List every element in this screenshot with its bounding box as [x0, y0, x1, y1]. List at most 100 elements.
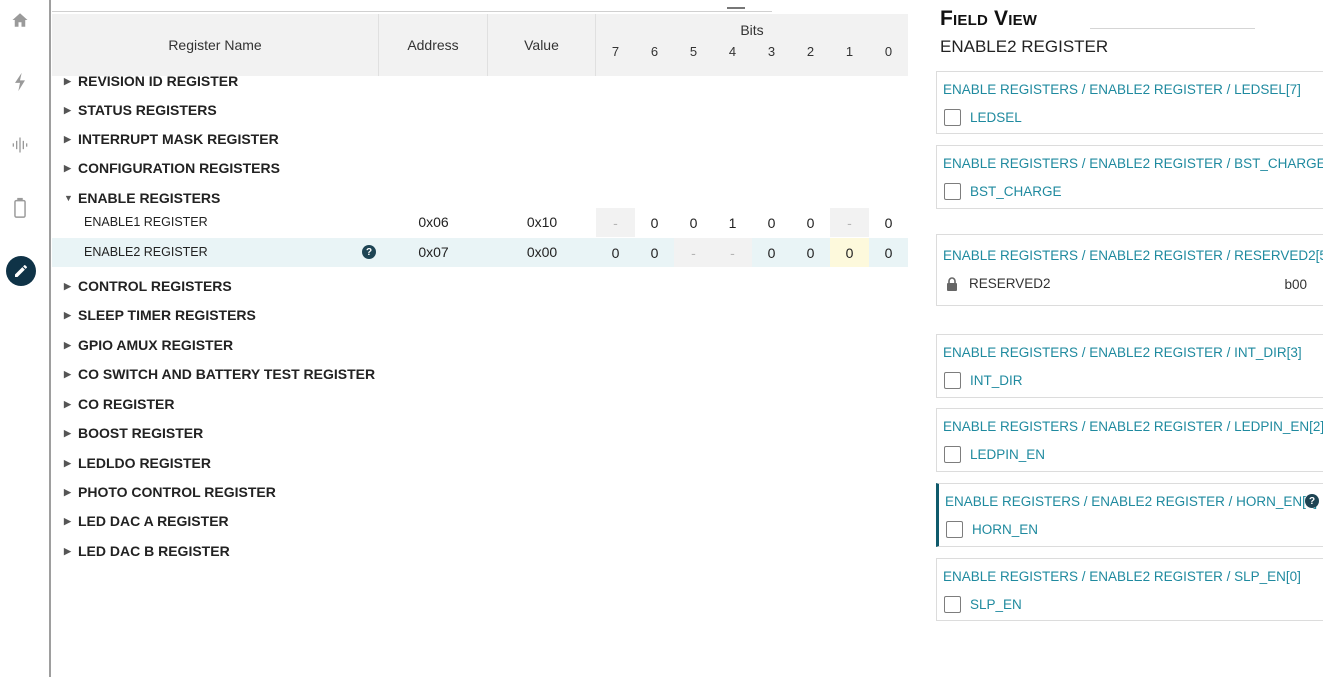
field-card-bst-charge[interactable]: ENABLE REGISTERS / ENABLE2 REGISTER / BS…	[936, 145, 1323, 209]
group-led-dac-a[interactable]: ▶ LED DAC A REGISTER	[64, 511, 229, 531]
group-label: LED DAC B REGISTER	[78, 543, 230, 559]
field-control[interactable]: LEDPIN_EN	[944, 446, 1045, 463]
register-address: 0x06	[418, 214, 449, 230]
help-icon[interactable]: ?	[362, 245, 376, 259]
caret-right-icon: ▶	[64, 104, 71, 115]
header-address[interactable]: Address	[379, 14, 488, 76]
home-icon[interactable]	[8, 8, 32, 32]
group-configuration[interactable]: ▶ CONFIGURATION REGISTERS	[64, 158, 280, 178]
header-bit-6: 6	[650, 44, 659, 59]
header-register-name[interactable]: Register Name	[52, 14, 379, 76]
top-divider	[52, 11, 772, 12]
register-name: ENABLE1 REGISTER	[84, 215, 208, 229]
field-control[interactable]: SLP_EN	[944, 596, 1022, 613]
header-bit-3: 3	[767, 44, 776, 59]
caret-right-icon: ▶	[64, 162, 71, 173]
checkbox[interactable]	[944, 183, 961, 200]
checkbox[interactable]	[946, 521, 963, 538]
bit-2[interactable]: 0	[791, 238, 830, 267]
group-label: INTERRUPT MASK REGISTER	[78, 131, 279, 147]
group-co-switch[interactable]: ▶ CO SWITCH AND BATTERY TEST REGISTER	[64, 364, 375, 384]
field-path: ENABLE REGISTERS / ENABLE2 REGISTER / RE…	[943, 248, 1323, 263]
header-bit-7: 7	[611, 44, 620, 59]
nav-rail	[0, 0, 40, 677]
group-interrupt-mask[interactable]: ▶ INTERRUPT MASK REGISTER	[64, 129, 279, 149]
register-row-enable2[interactable]: ENABLE2 REGISTER ? 0x07 0x00 0 0 - - 0 0…	[52, 238, 908, 267]
checkbox[interactable]	[944, 109, 961, 126]
register-value[interactable]: 0x00	[488, 244, 596, 260]
group-ledldo[interactable]: ▶ LEDLDO REGISTER	[64, 453, 211, 473]
group-label: CO REGISTER	[78, 396, 175, 412]
bit-3[interactable]: 0	[752, 208, 791, 237]
field-path: ENABLE REGISTERS / ENABLE2 REGISTER / IN…	[943, 345, 1302, 360]
group-status[interactable]: ▶ STATUS REGISTERS	[64, 100, 217, 120]
group-label: REVISION ID REGISTER	[78, 73, 239, 89]
caret-right-icon: ▶	[64, 368, 71, 379]
field-card-ledpin-en[interactable]: ENABLE REGISTERS / ENABLE2 REGISTER / LE…	[936, 408, 1323, 472]
field-name: LEDPIN_EN	[970, 447, 1046, 462]
caret-right-icon: ▶	[64, 427, 71, 438]
field-card-int-dir[interactable]: ENABLE REGISTERS / ENABLE2 REGISTER / IN…	[936, 334, 1323, 398]
field-view-subtitle: ENABLE2 REGISTER	[940, 37, 1109, 56]
field-path: ENABLE REGISTERS / ENABLE2 REGISTER / LE…	[943, 419, 1323, 434]
field-control[interactable]: LEDSEL	[944, 109, 1022, 126]
group-label: CONTROL REGISTERS	[78, 278, 232, 294]
bit-0[interactable]: 0	[869, 238, 908, 267]
group-label: LED DAC A REGISTER	[78, 513, 229, 529]
group-control[interactable]: ▶ CONTROL REGISTERS	[64, 276, 232, 296]
bit-6[interactable]: 0	[635, 208, 674, 237]
header-bit-1: 1	[845, 44, 854, 59]
bit-1: -	[830, 208, 869, 237]
table-header: Register Name Address Value Bits 7 6 5 4…	[52, 14, 908, 76]
field-control[interactable]: BST_CHARGE	[944, 183, 1062, 200]
field-control[interactable]: INT_DIR	[944, 372, 1023, 389]
field-card-slp-en[interactable]: ENABLE REGISTERS / ENABLE2 REGISTER / SL…	[936, 558, 1323, 621]
waveform-icon[interactable]	[8, 133, 32, 157]
flash-icon[interactable]	[8, 70, 32, 94]
help-icon[interactable]: ?	[1305, 494, 1319, 508]
field-name: INT_DIR	[970, 373, 1023, 388]
field-view-title: Field View	[940, 7, 1038, 30]
group-sleep-timer[interactable]: ▶ SLEEP TIMER REGISTERS	[64, 305, 256, 325]
bit-4[interactable]: 1	[713, 208, 752, 237]
bit-7[interactable]: 0	[596, 238, 635, 267]
field-control[interactable]: HORN_EN	[946, 521, 1038, 538]
lock-icon	[944, 276, 960, 291]
checkbox[interactable]	[944, 372, 961, 389]
bit-1[interactable]: 0	[830, 238, 869, 267]
field-control: RESERVED2	[944, 276, 1051, 291]
group-enable[interactable]: ▼ ENABLE REGISTERS	[64, 188, 220, 208]
group-gpio-amux[interactable]: ▶ GPIO AMUX REGISTER	[64, 335, 233, 355]
caret-right-icon: ▶	[64, 398, 71, 409]
caret-right-icon: ▶	[64, 280, 71, 291]
group-label: SLEEP TIMER REGISTERS	[78, 307, 256, 323]
group-co[interactable]: ▶ CO REGISTER	[64, 394, 174, 414]
group-photo-control[interactable]: ▶ PHOTO CONTROL REGISTER	[64, 482, 276, 502]
field-value: b00	[1284, 277, 1307, 292]
bit-2[interactable]: 0	[791, 208, 830, 237]
checkbox[interactable]	[944, 446, 961, 463]
bit-5[interactable]: 0	[674, 208, 713, 237]
battery-icon[interactable]	[8, 196, 32, 220]
header-bit-4: 4	[728, 44, 737, 59]
checkbox[interactable]	[944, 596, 961, 613]
field-card-horn-en[interactable]: ENABLE REGISTERS / ENABLE2 REGISTER / HO…	[936, 483, 1323, 547]
header-bit-2: 2	[806, 44, 815, 59]
resize-handle[interactable]	[727, 7, 745, 9]
group-revision-id[interactable]: ▶ REVISION ID REGISTER	[64, 71, 238, 91]
bit-4: -	[713, 238, 752, 267]
field-card-ledsel[interactable]: ENABLE REGISTERS / ENABLE2 REGISTER / LE…	[936, 71, 1323, 134]
header-value[interactable]: Value	[488, 14, 596, 76]
register-value[interactable]: 0x10	[488, 214, 596, 230]
pencil-icon[interactable]	[6, 256, 36, 286]
field-name: HORN_EN	[972, 522, 1039, 537]
group-led-dac-b[interactable]: ▶ LED DAC B REGISTER	[64, 541, 230, 561]
register-row-enable1[interactable]: ENABLE1 REGISTER 0x06 0x10 - 0 0 1 0 0 -…	[52, 208, 908, 237]
bit-0[interactable]: 0	[869, 208, 908, 237]
bit-6[interactable]: 0	[635, 238, 674, 267]
caret-right-icon: ▶	[64, 339, 71, 350]
group-label: PHOTO CONTROL REGISTER	[78, 484, 276, 500]
bit-3[interactable]: 0	[752, 238, 791, 267]
group-boost[interactable]: ▶ BOOST REGISTER	[64, 423, 203, 443]
bit-5: -	[674, 238, 713, 267]
